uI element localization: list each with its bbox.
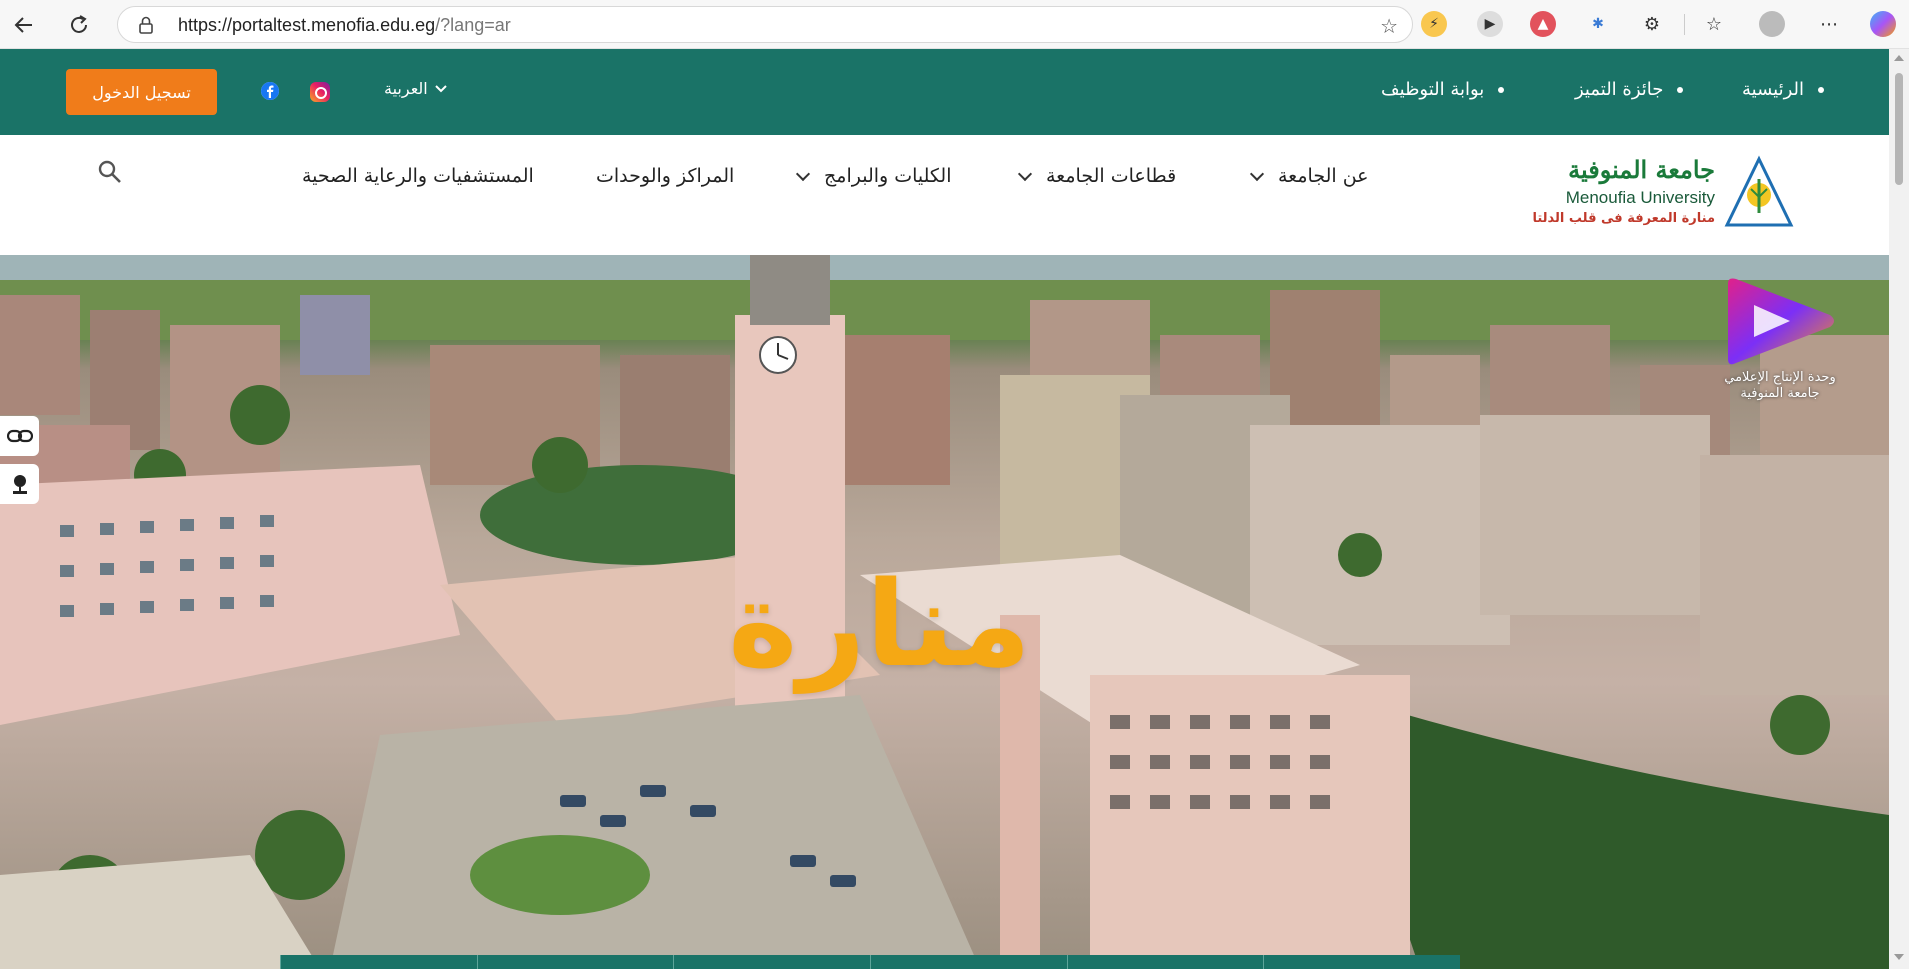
- scroll-thumb[interactable]: [1895, 73, 1903, 185]
- hero-bottom-tabs: [280, 955, 1460, 969]
- extension-icon-3[interactable]: ▲: [1530, 11, 1556, 37]
- media-unit-text: وحدة الإنتاج الإعلامي جامعة المنوفية: [1720, 370, 1840, 402]
- bullet-icon: [1498, 86, 1505, 93]
- link-icon: [6, 429, 33, 443]
- nav-item-hospitals[interactable]: المستشفيات والرعاية الصحية: [302, 165, 534, 187]
- extension-icon-2[interactable]: ▶: [1477, 11, 1503, 37]
- nav-item-university-sectors[interactable]: قطاعات الجامعة: [1017, 165, 1177, 187]
- hero-banner: منارة وحدة الإنتاج الإعلامي جامعة المنوف…: [0, 255, 1889, 969]
- main-navigation: المستشفيات والرعاية الصحية المراكز والوح…: [0, 135, 1889, 255]
- favorites-icon[interactable]: ☆: [1701, 11, 1727, 37]
- nav-item-centers-units[interactable]: المراكز والوحدات: [596, 165, 734, 187]
- profile-icon[interactable]: [1759, 11, 1785, 37]
- browser-toolbar: https://portaltest.menofia.edu.eg/?lang=…: [0, 0, 1909, 49]
- top-link-careers[interactable]: بوابة التوظيف: [1381, 79, 1505, 100]
- university-emblem-icon: [1724, 155, 1794, 227]
- bullet-icon: [1677, 86, 1684, 93]
- chevron-down-icon: [795, 166, 811, 181]
- hero-tab[interactable]: [870, 955, 1067, 969]
- hero-tab[interactable]: [280, 955, 477, 969]
- hero-tab[interactable]: [476, 955, 674, 969]
- map-pin-icon: [12, 475, 27, 494]
- nav-item-faculties-programs[interactable]: الكليات والبرامج: [795, 165, 952, 187]
- top-link-label: جائزة التميز: [1575, 79, 1664, 100]
- more-icon[interactable]: ⋯: [1816, 11, 1842, 37]
- media-unit-logo: وحدة الإنتاج الإعلامي جامعة المنوفية: [1720, 275, 1840, 415]
- back-icon[interactable]: [8, 9, 40, 41]
- bullet-icon: [1818, 86, 1824, 93]
- nav-item-label: عن الجامعة: [1278, 165, 1369, 187]
- favorite-star-icon[interactable]: ☆: [1380, 14, 1398, 38]
- link-tool-button[interactable]: [0, 416, 39, 456]
- accessibility-tool-button[interactable]: [0, 464, 39, 504]
- media-unit-line2: جامعة المنوفية: [1740, 386, 1820, 401]
- university-logo[interactable]: جامعة المنوفية Menoufia University منارة…: [1532, 155, 1797, 237]
- nav-item-label: المراكز والوحدات: [596, 165, 735, 187]
- url-text: https://portaltest.menofia.edu.eg/?lang=…: [178, 15, 511, 35]
- lock-icon[interactable]: [136, 15, 156, 35]
- logo-english-name: Menoufia University: [1565, 188, 1715, 207]
- logo-tagline: منارة المعرفة فى قلب الدلتا: [1532, 211, 1715, 226]
- media-unit-line1: وحدة الإنتاج الإعلامي: [1724, 370, 1836, 385]
- reload-icon[interactable]: [63, 9, 95, 41]
- top-bar: تسجيل الدخول العربية بوابة التوظيف جائزة…: [0, 49, 1889, 135]
- search-icon[interactable]: [97, 159, 123, 185]
- scroll-down-icon[interactable]: [1894, 954, 1904, 960]
- top-link-excellence-award[interactable]: جائزة التميز: [1575, 79, 1684, 100]
- copilot-icon[interactable]: [1870, 11, 1896, 37]
- chevron-down-icon: [435, 84, 447, 92]
- chevron-down-icon: [1017, 166, 1033, 181]
- hero-tab[interactable]: [1066, 955, 1264, 969]
- nav-item-label: الكليات والبرامج: [824, 165, 952, 187]
- nav-item-label: المستشفيات والرعاية الصحية: [302, 165, 534, 187]
- top-link-label: بوابة التوظيف: [1381, 79, 1485, 100]
- nav-item-about-university[interactable]: عن الجامعة: [1249, 165, 1369, 187]
- instagram-icon[interactable]: [310, 82, 330, 102]
- page-scrollbar[interactable]: [1889, 49, 1909, 969]
- nav-item-label: قطاعات الجامعة: [1046, 165, 1177, 187]
- login-button[interactable]: تسجيل الدخول: [66, 69, 217, 115]
- facebook-icon[interactable]: [261, 82, 279, 100]
- toolbar-divider: [1684, 14, 1685, 35]
- address-bar[interactable]: https://portaltest.menofia.edu.eg/?lang=…: [117, 6, 1413, 43]
- language-label: العربية: [384, 79, 428, 98]
- chevron-down-icon: [1249, 166, 1265, 181]
- media-play-icon: [1728, 278, 1834, 365]
- extensions-icon[interactable]: ⚙: [1639, 11, 1665, 37]
- language-selector[interactable]: العربية: [384, 79, 448, 98]
- hero-tab[interactable]: [673, 955, 870, 969]
- hero-tab[interactable]: [1263, 955, 1460, 969]
- extension-icon-4[interactable]: ✱: [1585, 11, 1611, 37]
- logo-arabic-name: جامعة المنوفية: [1568, 155, 1715, 184]
- top-link-home[interactable]: الرئيسية: [1742, 79, 1824, 100]
- scroll-up-icon[interactable]: [1894, 55, 1904, 61]
- hero-title: منارة: [728, 555, 1033, 693]
- top-link-label: الرئيسية: [1742, 79, 1804, 100]
- extension-icon-1[interactable]: ⚡: [1421, 11, 1447, 37]
